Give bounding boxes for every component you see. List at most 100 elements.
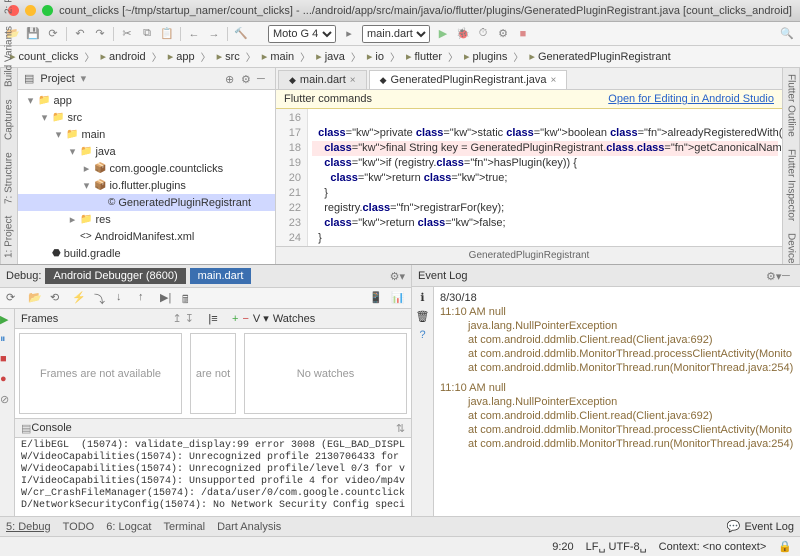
- collapse-icon[interactable]: ⊕: [225, 73, 237, 85]
- tree-java[interactable]: ▾📁java: [18, 143, 275, 160]
- info-icon[interactable]: ℹ: [420, 291, 424, 304]
- event-log-text[interactable]: 8/30/1811:10 AM nulljava.lang.NullPointe…: [434, 287, 800, 516]
- minimize-icon[interactable]: [25, 5, 36, 16]
- tab-6: Logcat[interactable]: 6: Logcat: [106, 521, 151, 533]
- trash-icon[interactable]: 🗑: [416, 310, 430, 323]
- crumb-io[interactable]: ▸io: [363, 49, 388, 64]
- hide-icon[interactable]: ─: [257, 73, 269, 85]
- event-log-tab[interactable]: 💬 Event Log: [727, 520, 794, 533]
- bottom-panels: Debug: Android Debugger (8600) main.dart…: [0, 264, 800, 516]
- hide-icon[interactable]: ─: [782, 270, 794, 282]
- cut-icon[interactable]: ✂: [120, 27, 134, 41]
- tab-android-debugger[interactable]: Android Debugger (8600): [45, 268, 185, 284]
- rail-2: Favorites[interactable]: 2: Favorites: [4, 0, 15, 15]
- crumb-src[interactable]: ▸src: [213, 49, 244, 64]
- stop-icon[interactable]: ■: [516, 27, 530, 41]
- tree-AndroidManifest.xml[interactable]: <>AndroidManifest.xml: [18, 228, 275, 245]
- flutter-nav-icon[interactable]: 📱: [369, 291, 383, 305]
- crumb-android[interactable]: ▸android: [96, 49, 149, 64]
- titlebar: count_clicks [~/tmp/startup_namer/count_…: [0, 0, 800, 22]
- forward-icon[interactable]: →: [207, 27, 221, 41]
- crumb-main[interactable]: ▸main: [258, 49, 298, 64]
- run-icon[interactable]: ▶: [436, 27, 450, 41]
- mute-breakpoints-icon[interactable]: ⊘: [0, 393, 14, 407]
- console-output[interactable]: E/libEGL (15074): validate_display:99 er…: [15, 438, 411, 516]
- copy-icon[interactable]: ⧉: [140, 27, 154, 41]
- profile-icon[interactable]: ⏱: [476, 27, 490, 41]
- step-over-icon[interactable]: ⤵: [94, 291, 108, 305]
- tab-main-dart[interactable]: main.dart: [190, 268, 252, 284]
- rail-Flutter Outline[interactable]: Flutter Outline: [786, 74, 797, 137]
- back-icon[interactable]: ←: [187, 27, 201, 41]
- resume-icon[interactable]: ⟳: [6, 291, 20, 305]
- view-breakpoints-icon[interactable]: ●: [0, 373, 14, 387]
- tab-5: Debug[interactable]: 5: Debug: [6, 521, 51, 533]
- save-icon[interactable]: 💾: [26, 27, 40, 41]
- lock-icon[interactable]: 🔒: [778, 540, 792, 553]
- gear-icon[interactable]: ⚙: [241, 73, 253, 85]
- project-panel-title[interactable]: Project: [40, 73, 74, 85]
- resume-icon[interactable]: ▶: [0, 313, 14, 327]
- crumb-GeneratedPluginRegistrant[interactable]: ▸GeneratedPluginRegistrant: [525, 49, 674, 64]
- redo-icon[interactable]: ↷: [93, 27, 107, 41]
- open-android-studio-link[interactable]: Open for Editing in Android Studio: [608, 93, 774, 105]
- pause-icon[interactable]: ⏸: [0, 333, 14, 347]
- tab-Terminal[interactable]: Terminal: [164, 521, 206, 533]
- window-title: count_clicks [~/tmp/startup_namer/count_…: [59, 5, 792, 17]
- reload-icon[interactable]: ⟲: [50, 291, 64, 305]
- rail-Captures[interactable]: Captures: [4, 99, 15, 140]
- tab-TODO[interactable]: TODO: [63, 521, 95, 533]
- watches-pane[interactable]: No watches: [244, 333, 407, 414]
- tree-build.gradle[interactable]: ⬣build.gradle: [18, 245, 275, 262]
- tree-app[interactable]: ▾📁app: [18, 92, 275, 109]
- tree-io.flutter.plugins[interactable]: ▾📦io.flutter.plugins: [18, 177, 275, 194]
- tab-GeneratedPluginRegistrant.java[interactable]: ◆GeneratedPluginRegistrant.java×: [369, 70, 568, 89]
- build-icon[interactable]: 🔨: [234, 27, 248, 41]
- tree-src[interactable]: ▾📁src: [18, 109, 275, 126]
- rail-7: Structure[interactable]: 7: Structure: [4, 152, 15, 204]
- tree-GeneratedPluginRegistrant[interactable]: ©GeneratedPluginRegistrant: [18, 194, 275, 211]
- project-tree[interactable]: ▾📁app▾📁src▾📁main▾📁java▸📦com.google.count…: [18, 90, 275, 264]
- search-icon[interactable]: 🔍: [780, 27, 794, 41]
- device-select[interactable]: Moto G 4: [268, 25, 336, 43]
- tree-res[interactable]: ▸📁res: [18, 211, 275, 228]
- stop-icon[interactable]: ■: [0, 353, 14, 367]
- close-icon[interactable]: ×: [350, 75, 356, 86]
- close-icon[interactable]: ×: [550, 75, 556, 86]
- gear-icon[interactable]: ⚙▾: [390, 270, 405, 283]
- step-out-icon[interactable]: ↑: [138, 291, 152, 305]
- tree-com.google.countclicks[interactable]: ▸📦com.google.countclicks: [18, 160, 275, 177]
- debug-icon[interactable]: 🐞: [456, 27, 470, 41]
- crumb-app[interactable]: ▸app: [164, 49, 199, 64]
- paste-icon[interactable]: 📋: [160, 27, 174, 41]
- rail-Flutter Inspector[interactable]: Flutter Inspector: [786, 149, 797, 221]
- gear-icon[interactable]: ⚙▾: [766, 270, 778, 282]
- maximize-icon[interactable]: [42, 5, 53, 16]
- tab-Dart Analysis[interactable]: Dart Analysis: [217, 521, 281, 533]
- crumb-flutter[interactable]: ▸flutter: [402, 49, 446, 64]
- code-area[interactable]: 16171819202122232425 class="kw">private …: [276, 109, 782, 246]
- timeline-icon[interactable]: 📊: [391, 291, 405, 305]
- debug-body: ▶ ⏸ ■ ● ⊘ Frames↥ ↧ |≡ +− V ▾ Watches Fr…: [0, 309, 411, 516]
- rail-1: Project[interactable]: 1: Project: [4, 216, 15, 258]
- crumb-plugins[interactable]: ▸plugins: [460, 49, 511, 64]
- refresh-icon[interactable]: ⟳: [46, 27, 60, 41]
- code-text[interactable]: class="kw">private class="kw">static cla…: [308, 109, 782, 246]
- attach-icon[interactable]: ⚙: [496, 27, 510, 41]
- evaluate-icon[interactable]: 🖩: [182, 291, 196, 305]
- frames-pane[interactable]: Frames are not available: [19, 333, 182, 414]
- help-icon[interactable]: ?: [419, 329, 425, 341]
- tab-main.dart[interactable]: ◆main.dart×: [278, 70, 367, 89]
- tree-gradle[interactable]: ▸📁gradle: [18, 262, 275, 264]
- crumb-count_clicks[interactable]: ▸count_clicks: [6, 49, 82, 64]
- undo-icon[interactable]: ↶: [73, 27, 87, 41]
- step-into-icon[interactable]: ↓: [116, 291, 130, 305]
- rail-Build Variants[interactable]: Build Variants: [4, 27, 15, 88]
- run-config-select[interactable]: main.dart: [362, 25, 430, 43]
- editor-tabs: ◆main.dart×◆GeneratedPluginRegistrant.ja…: [276, 68, 782, 90]
- open-icon[interactable]: 📂: [28, 291, 42, 305]
- tree-main[interactable]: ▾📁main: [18, 126, 275, 143]
- crumb-java[interactable]: ▸java: [312, 49, 349, 64]
- bolt-icon[interactable]: ⚡: [72, 291, 86, 305]
- run-to-cursor-icon[interactable]: ▶|: [160, 291, 174, 305]
